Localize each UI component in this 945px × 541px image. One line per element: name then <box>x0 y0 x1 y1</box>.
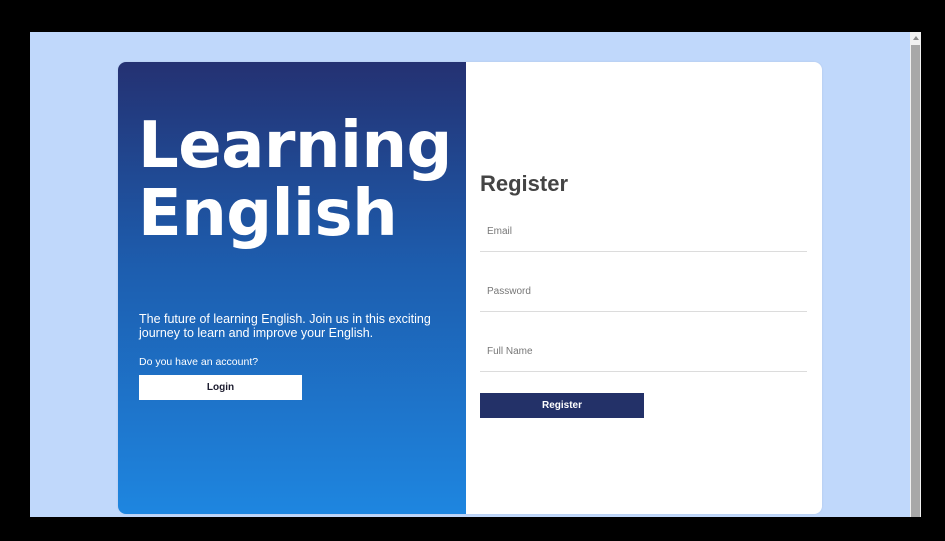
register-title: Register <box>480 171 569 196</box>
auth-card: Learning English The future of learning … <box>118 62 822 514</box>
scroll-up-arrow-icon[interactable] <box>910 32 921 44</box>
login-button[interactable]: Login <box>139 375 302 400</box>
email-field[interactable] <box>480 212 807 252</box>
brand-title: Learning English <box>138 112 452 248</box>
account-question: Do you have an account? <box>139 356 259 368</box>
vertical-scrollbar[interactable] <box>910 32 921 517</box>
page-viewport: Learning English The future of learning … <box>30 32 910 517</box>
welcome-panel: Learning English The future of learning … <box>118 62 466 514</box>
register-button[interactable]: Register <box>480 393 644 418</box>
brand-title-line-1: Learning <box>138 109 452 183</box>
tagline: The future of learning English. Join us … <box>139 312 431 340</box>
password-field[interactable] <box>480 272 807 312</box>
full-name-field[interactable] <box>480 332 807 372</box>
scrollbar-thumb[interactable] <box>911 45 920 517</box>
brand-title-line-2: English <box>138 177 398 251</box>
register-panel: Register Register <box>466 62 822 514</box>
